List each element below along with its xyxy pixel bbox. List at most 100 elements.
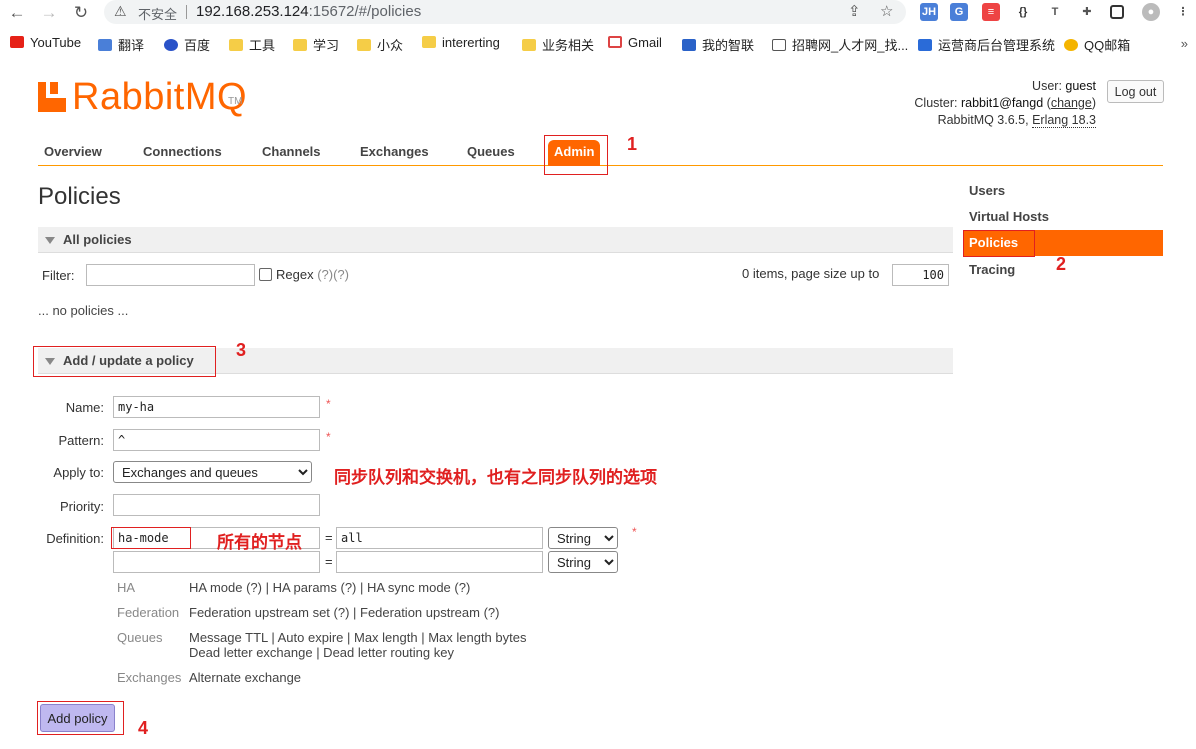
change-cluster-link[interactable]: change — [1051, 96, 1092, 110]
warning-icon: ⚠ — [114, 3, 127, 19]
address-bar[interactable]: ⚠ 不安全 192.168.253.124:15672/#/policies ⇪… — [104, 0, 906, 24]
hint-category: Exchanges — [117, 670, 182, 685]
forward-arrow-icon[interactable]: → — [38, 2, 60, 24]
hand-icon — [772, 39, 786, 51]
bookmarks-bar: YouTube 翻译 百度 工具 学习 小众 intererting 业务相关 … — [0, 30, 1196, 56]
sidebar-item-virtual-hosts[interactable]: Virtual Hosts — [963, 204, 1163, 230]
annotation-box-policies — [963, 230, 1035, 257]
hint-category: Federation — [117, 605, 180, 620]
required-marker: * — [326, 430, 331, 444]
tab-queues[interactable]: Queues — [461, 138, 521, 166]
bookmark-study[interactable]: 学习 — [293, 35, 339, 54]
definition-type-select-2[interactable]: String — [548, 551, 618, 573]
priority-label: Priority: — [59, 499, 104, 514]
definition-value-input[interactable] — [336, 527, 543, 549]
insecure-label: 不安全 — [138, 7, 178, 22]
hint-links[interactable]: Alternate exchange — [189, 670, 301, 685]
annotation-box-admin — [544, 135, 608, 175]
bookmark-zhilian[interactable]: 我的智联 — [682, 35, 754, 54]
bookmarks-overflow-icon[interactable]: » — [1181, 36, 1188, 51]
policy-name-input[interactable] — [113, 396, 320, 418]
user-label: User: — [1032, 79, 1062, 93]
equals-sign: = — [325, 530, 333, 545]
zhilian-icon — [682, 39, 696, 51]
bookmark-translate[interactable]: 翻译 — [98, 35, 144, 54]
required-marker: * — [326, 397, 331, 411]
collapse-triangle-icon — [45, 237, 55, 244]
folder-icon — [422, 36, 436, 48]
tab-exchanges[interactable]: Exchanges — [354, 138, 435, 166]
puzzle-icon[interactable]: ✚ — [1078, 3, 1096, 21]
tab-overview[interactable]: Overview — [38, 138, 108, 166]
regex-checkbox[interactable] — [259, 268, 272, 281]
hint-category: Queues — [117, 630, 163, 645]
apply-to-select[interactable]: Exchanges and queues — [113, 461, 312, 483]
reload-icon[interactable]: ↻ — [70, 2, 92, 24]
hint-links[interactable]: Federation upstream set (?) | Federation… — [189, 605, 499, 620]
bookmark-jobs[interactable]: 招聘网_人才网_找... — [772, 35, 908, 54]
pattern-input[interactable] — [113, 429, 320, 451]
bookmark-tools[interactable]: 工具 — [229, 35, 275, 54]
apply-to-label: Apply to: — [53, 465, 104, 480]
globe-icon — [918, 39, 932, 51]
regex-help-links[interactable]: (?)(?) — [317, 267, 349, 282]
share-icon[interactable]: ⇪ — [848, 2, 861, 20]
tab-connections[interactable]: Connections — [137, 138, 228, 166]
star-icon[interactable]: ☆ — [880, 2, 893, 20]
notes-extension-icon[interactable]: ≡ — [982, 3, 1000, 21]
regex-label: Regex (?)(?) — [276, 267, 349, 282]
priority-input[interactable] — [113, 494, 320, 516]
page-title: Policies — [38, 183, 121, 210]
bookmark-baidu[interactable]: 百度 — [164, 35, 210, 54]
definition-label: Definition: — [46, 531, 104, 546]
all-policies-header[interactable]: All policies — [38, 227, 953, 253]
bookmark-qqmail[interactable]: QQ邮箱 — [1064, 35, 1130, 54]
annotation-number-2: 2 — [1056, 254, 1067, 274]
annotation-apply-note: 同步队列和交换机，也有之同步队列的选项 — [334, 468, 657, 488]
logo-tm: TM — [228, 96, 243, 107]
definition-key-input-2[interactable] — [113, 551, 320, 573]
annotation-number-4: 4 — [138, 718, 149, 738]
bookmark-youtube[interactable]: YouTube — [10, 35, 81, 50]
omnibox-divider — [186, 5, 187, 19]
sidepanel-icon[interactable] — [1110, 5, 1124, 19]
hint-category: HA — [117, 580, 136, 595]
logout-button[interactable]: Log out — [1107, 80, 1164, 103]
hint-links[interactable]: HA mode (?) | HA params (?) | HA sync mo… — [189, 580, 470, 595]
tab-channels[interactable]: Channels — [256, 138, 327, 166]
translate-extension-icon[interactable]: G — [950, 3, 968, 21]
tool-extension-icon[interactable]: T — [1046, 3, 1064, 21]
annotation-box-add-policy — [33, 346, 216, 377]
browser-toolbar: ← → ↻ ⚠ 不安全 192.168.253.124:15672/#/poli… — [0, 0, 1196, 26]
bookmark-interesting[interactable]: intererting — [422, 35, 500, 50]
jh-extension-icon[interactable]: JH — [920, 3, 938, 21]
all-policies-title: All policies — [63, 232, 132, 247]
logo-text: RabbitMQ — [72, 76, 248, 118]
page-size-input[interactable] — [892, 264, 949, 286]
folder-icon — [522, 39, 536, 51]
user-info: User: guest Cluster: rabbit1@fangd (chan… — [914, 79, 1096, 128]
bookmark-business[interactable]: 业务相关 — [522, 35, 594, 54]
hint-links[interactable]: Dead letter exchange | Dead letter routi… — [189, 645, 454, 660]
bookmark-gmail[interactable]: Gmail — [608, 35, 662, 50]
no-policies-text: ... no policies ... — [38, 303, 129, 318]
bookmark-niche[interactable]: 小众 — [357, 35, 403, 54]
definition-type-select[interactable]: String — [548, 527, 618, 549]
translate-icon — [98, 39, 112, 51]
profile-avatar-icon[interactable]: ● — [1142, 3, 1160, 21]
name-label: Name: — [65, 400, 104, 415]
json-extension-icon[interactable]: {} — [1014, 3, 1032, 21]
back-arrow-icon[interactable]: ← — [6, 2, 28, 24]
filter-input[interactable] — [86, 264, 255, 286]
definition-value-input-2[interactable] — [336, 551, 543, 573]
erlang-version: Erlang 18.3 — [1032, 113, 1096, 128]
gmail-icon — [608, 36, 622, 48]
youtube-icon — [10, 36, 24, 48]
annotation-box-add-button — [37, 701, 124, 735]
bookmark-operator[interactable]: 运营商后台管理系统 — [918, 35, 1055, 54]
annotation-box-ha-mode — [111, 527, 191, 549]
sidebar-item-users[interactable]: Users — [963, 178, 1163, 204]
hint-links[interactable]: Message TTL | Auto expire | Max length |… — [189, 630, 526, 645]
annotation-number-3: 3 — [236, 340, 247, 360]
menu-kebab-icon[interactable]: ⋮ — [1174, 3, 1192, 21]
